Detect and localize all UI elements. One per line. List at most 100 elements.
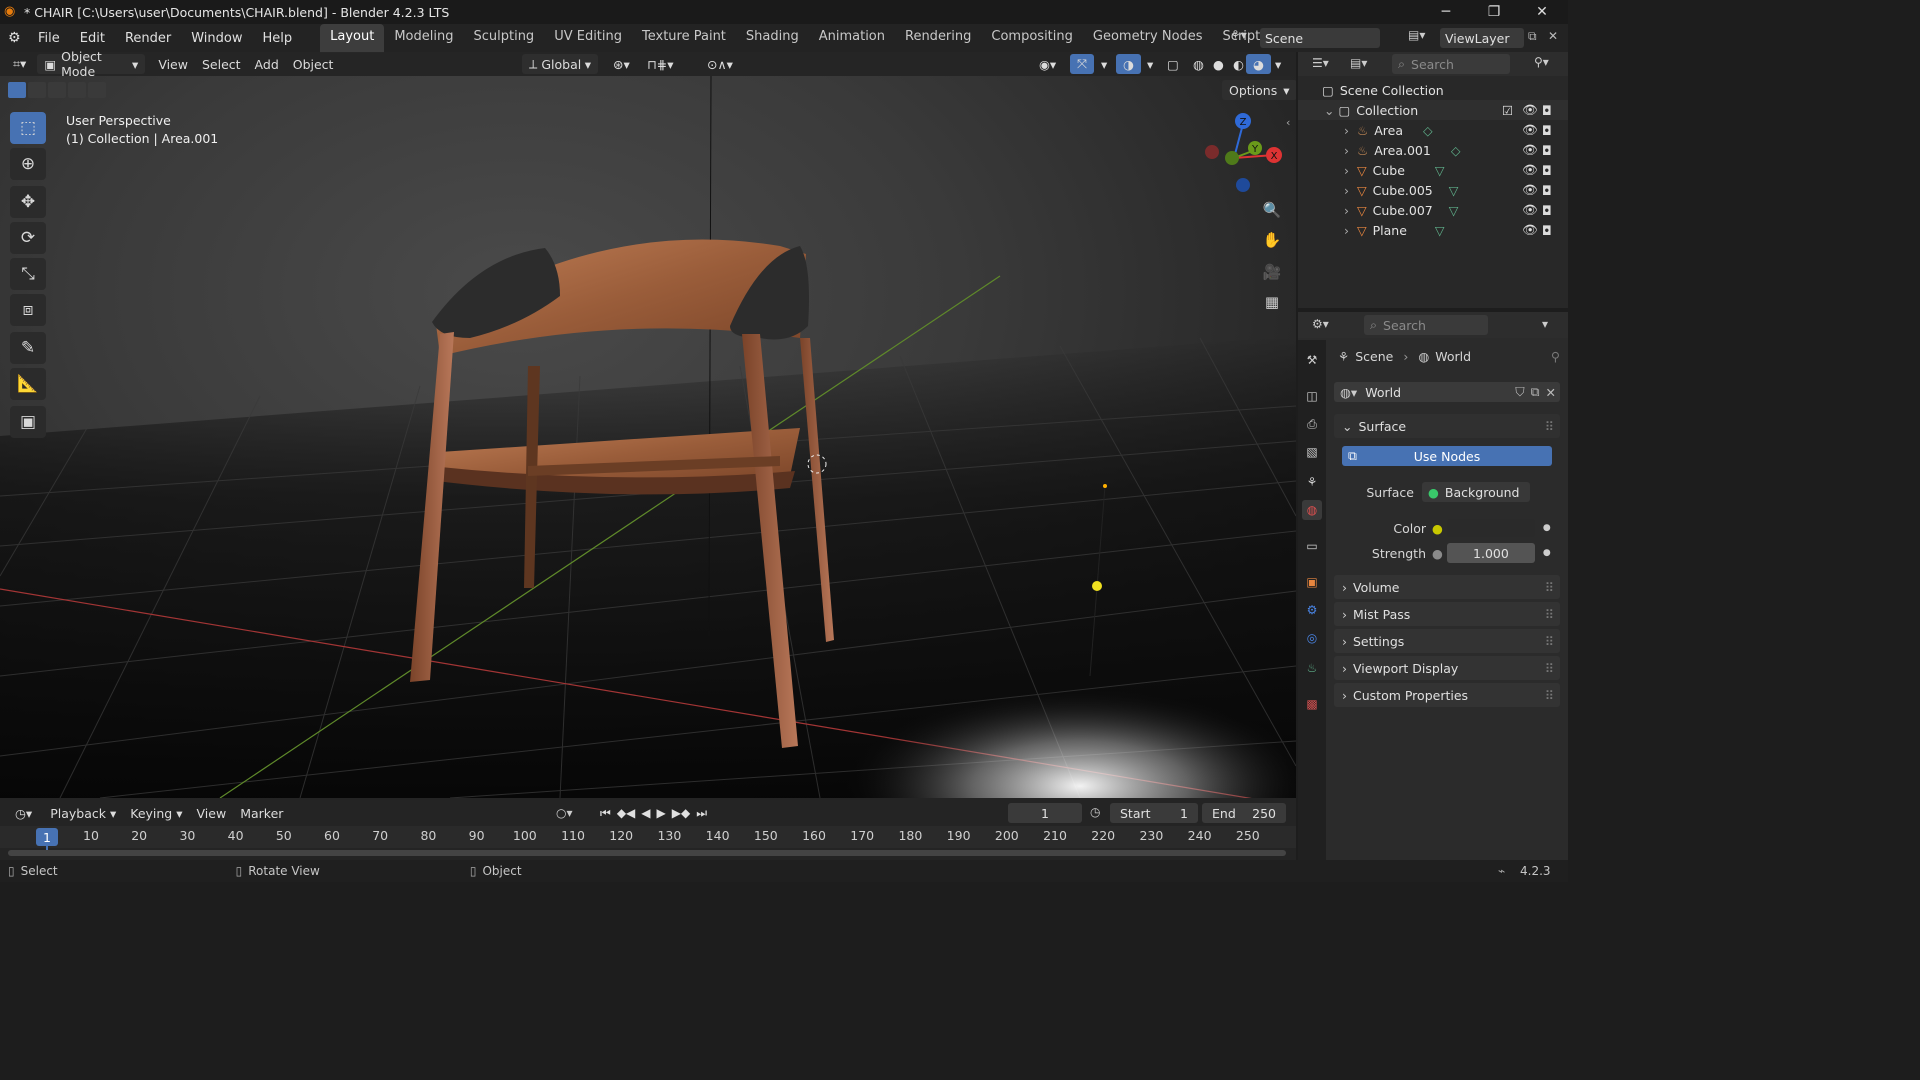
- surface-shader-field[interactable]: ● Background: [1422, 482, 1530, 502]
- editor-type-icon[interactable]: ⌗▾: [6, 54, 33, 74]
- outliner-item-area-001[interactable]: › ♨ Area.001 ◇ 👁 ◘: [1298, 140, 1568, 160]
- tool-tab-icon[interactable]: ⚒: [1302, 350, 1322, 370]
- keyframe-dot-icon[interactable]: ●: [1543, 523, 1551, 533]
- drag-handle-icon[interactable]: ⠿: [1545, 634, 1554, 649]
- maximize-button[interactable]: ❐: [1470, 0, 1518, 24]
- tab-layout[interactable]: Layout: [320, 23, 385, 53]
- volume-panel-header[interactable]: › Volume ⠿: [1334, 575, 1560, 599]
- remove-viewlayer-icon[interactable]: ✕: [1548, 29, 1558, 43]
- tab-rendering[interactable]: Rendering: [895, 24, 981, 53]
- duplicate-icon[interactable]: ⧉: [1531, 384, 1540, 400]
- orientation-dropdown[interactable]: ⟂ Global ▾: [522, 54, 598, 74]
- gizmo-neg-x-icon[interactable]: [1205, 145, 1219, 159]
- outliner-search-input[interactable]: ⌕ Search: [1392, 54, 1510, 74]
- surface-panel-header[interactable]: ⌄ Surface ⠿: [1334, 414, 1560, 438]
- zoom-icon[interactable]: 🔍: [1258, 196, 1286, 224]
- viewport-display-panel-header[interactable]: › Viewport Display ⠿: [1334, 656, 1560, 680]
- cursor-tool-icon[interactable]: ⊕: [10, 148, 46, 180]
- outliner-editor-type-icon[interactable]: ☰▾: [1312, 56, 1329, 70]
- render-tab-icon[interactable]: ◫: [1302, 386, 1322, 406]
- pin-icon[interactable]: ⚲: [1551, 349, 1560, 364]
- tab-shading[interactable]: Shading: [736, 24, 809, 53]
- camera-icon[interactable]: ◘: [1542, 163, 1552, 178]
- proportional-edit-icon[interactable]: ⊙∧▾: [700, 54, 740, 74]
- annotate-tool-icon[interactable]: ✎: [10, 332, 46, 364]
- strength-field[interactable]: 1.000: [1446, 543, 1535, 563]
- checkbox-icon[interactable]: ☑: [1502, 103, 1513, 118]
- tab-compositing[interactable]: Compositing: [981, 24, 1083, 53]
- eye-icon[interactable]: 👁: [1522, 122, 1538, 138]
- view-layer-tab-icon[interactable]: ▧: [1302, 442, 1322, 462]
- outliner-item-plane[interactable]: › ▽ Plane ▽ 👁 ◘: [1298, 220, 1568, 240]
- menu-help[interactable]: Help: [253, 31, 303, 46]
- rotate-tool-icon[interactable]: ⟳: [10, 222, 46, 254]
- menu-window[interactable]: Window: [181, 31, 252, 46]
- camera-icon[interactable]: ◘: [1542, 123, 1552, 138]
- snap-icon[interactable]: ⊓⋕▾: [640, 54, 681, 74]
- mist-pass-panel-header[interactable]: › Mist Pass ⠿: [1334, 602, 1560, 626]
- menu-edit[interactable]: Edit: [70, 31, 115, 46]
- select-extend-icon[interactable]: [28, 82, 46, 98]
- eye-icon[interactable]: 👁: [1522, 202, 1538, 218]
- chevron-right-icon[interactable]: ›: [1344, 203, 1349, 218]
- chevron-right-icon[interactable]: ›: [1344, 123, 1349, 138]
- camera-icon[interactable]: ◘: [1542, 223, 1552, 238]
- tab-texture-paint[interactable]: Texture Paint: [632, 24, 736, 53]
- blender-menu-icon[interactable]: ⚙: [8, 30, 28, 46]
- overlay-chevron-icon[interactable]: ▾: [1140, 54, 1160, 74]
- drag-handle-icon[interactable]: ⠿: [1545, 688, 1554, 703]
- fake-user-icon[interactable]: ⛉: [1515, 384, 1524, 400]
- data-tab-icon[interactable]: ♨: [1302, 658, 1322, 678]
- chevron-right-icon[interactable]: ›: [1344, 183, 1349, 198]
- settings-panel-header[interactable]: › Settings ⠿: [1334, 629, 1560, 653]
- measure-tool-icon[interactable]: 📐: [10, 368, 46, 400]
- world-selector-icon[interactable]: ◍▾: [1340, 385, 1357, 400]
- pan-hand-icon[interactable]: ✋: [1258, 226, 1286, 254]
- eye-icon[interactable]: 👁: [1522, 162, 1538, 178]
- camera-icon[interactable]: ◘: [1542, 203, 1552, 218]
- use-nodes-button[interactable]: ⧉ Use Nodes: [1342, 446, 1552, 466]
- physics-tab-icon[interactable]: ◎: [1302, 628, 1322, 648]
- menu-select[interactable]: Select: [195, 54, 248, 74]
- outliner-item-cube-005[interactable]: › ▽ Cube.005 ▽ 👁 ◘: [1298, 180, 1568, 200]
- world-tab-icon[interactable]: ◍: [1302, 500, 1322, 520]
- chevron-right-icon[interactable]: ›: [1344, 163, 1349, 178]
- gizmo-neg-z-icon[interactable]: [1236, 178, 1250, 192]
- chevron-right-icon[interactable]: ›: [1344, 223, 1349, 238]
- menu-add[interactable]: Add: [248, 54, 286, 74]
- menu-file[interactable]: File: [28, 31, 70, 46]
- drag-handle-icon[interactable]: ⠿: [1545, 580, 1554, 595]
- camera-icon[interactable]: ◘: [1542, 183, 1552, 198]
- new-viewlayer-icon[interactable]: ⧉: [1528, 29, 1537, 44]
- display-mode-icon[interactable]: ▤▾: [1350, 56, 1367, 70]
- sidebar-toggle-icon[interactable]: ‹: [1286, 116, 1290, 129]
- viewlayer-field[interactable]: ViewLayer: [1440, 28, 1524, 48]
- drag-handle-icon[interactable]: ⠿: [1545, 661, 1554, 676]
- properties-editor-type-icon[interactable]: ⚙▾: [1312, 317, 1329, 331]
- outliner-item-cube[interactable]: › ▽ Cube ▽ 👁 ◘: [1298, 160, 1568, 180]
- scene-selector-icon[interactable]: ⚘▾: [1230, 28, 1247, 42]
- properties-search-input[interactable]: ⌕ Search: [1364, 315, 1488, 335]
- tab-geometry-nodes[interactable]: Geometry Nodes: [1083, 24, 1213, 53]
- texture-tab-icon[interactable]: ▩: [1302, 694, 1322, 714]
- select-box-tool-icon[interactable]: ⬚: [10, 112, 46, 144]
- keyframe-dot-icon[interactable]: ●: [1543, 548, 1551, 558]
- chevron-right-icon[interactable]: ›: [1344, 143, 1349, 158]
- menu-object[interactable]: Object: [286, 54, 341, 74]
- unlink-icon[interactable]: ✕: [1546, 385, 1556, 400]
- transform-tool-icon[interactable]: ⧈: [10, 294, 46, 326]
- camera-icon[interactable]: ◘: [1542, 103, 1552, 118]
- tab-sculpting[interactable]: Sculpting: [463, 24, 544, 53]
- output-tab-icon[interactable]: ⎙: [1302, 414, 1322, 434]
- tab-modeling[interactable]: Modeling: [384, 24, 463, 53]
- menu-render[interactable]: Render: [115, 31, 181, 46]
- scene-tab-icon[interactable]: ⚘: [1302, 472, 1322, 492]
- modifiers-tab-icon[interactable]: ⚙: [1302, 600, 1322, 620]
- xray-icon[interactable]: ▢: [1160, 54, 1186, 74]
- timeline-scrollbar[interactable]: [8, 850, 1286, 856]
- properties-options-chevron-icon[interactable]: ▾: [1542, 317, 1548, 331]
- navigation-gizmo[interactable]: Z Y X: [1198, 112, 1288, 198]
- visibility-icon[interactable]: ◉▾: [1032, 54, 1063, 74]
- viewlayer-icon[interactable]: ▤▾: [1408, 28, 1425, 42]
- drag-handle-icon[interactable]: ⠿: [1545, 419, 1554, 434]
